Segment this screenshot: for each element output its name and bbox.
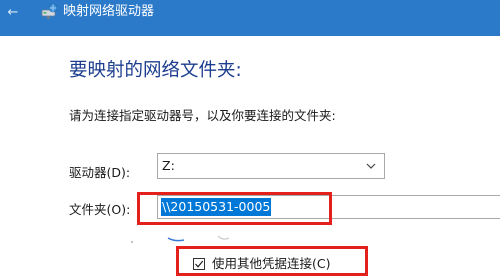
folder-input[interactable]: \\20150531-0005 [157, 195, 500, 219]
credentials-checkbox[interactable] [193, 258, 205, 270]
page-heading: 要映射的网络文件夹: [69, 60, 242, 81]
drive-select[interactable]: Z: [157, 153, 385, 179]
drive-label: 驱动器(D): [69, 165, 131, 180]
network-drive-icon [41, 3, 58, 19]
chevron-down-icon [366, 163, 376, 169]
instruction-text: 请为连接指定驱动器号，以及你要连接的文件夹: [69, 108, 336, 123]
window-title: 映射网络驱动器 [63, 4, 155, 19]
back-arrow-icon[interactable]: ← [3, 3, 23, 23]
title-bar: ← 映射网络驱动器 [0, 0, 500, 36]
folder-value: \\20150531-0005 [161, 198, 272, 216]
reconnect-checkbox-fragment [131, 235, 230, 243]
credentials-label[interactable]: 使用其他凭据连接(C) [212, 255, 330, 273]
drive-value: Z: [162, 158, 175, 173]
check-icon [195, 260, 204, 268]
folder-label: 文件夹(O): [69, 202, 131, 217]
